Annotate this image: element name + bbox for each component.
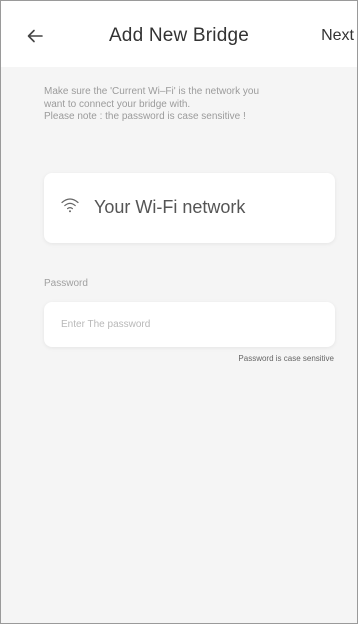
page-title: Add New Bridge bbox=[108, 25, 250, 46]
instructions-text: Make sure the 'Current Wi–Fi' is the net… bbox=[44, 86, 334, 124]
password-hint: Password is case sensitive bbox=[238, 354, 334, 363]
password-label: Password bbox=[44, 278, 88, 289]
password-field-container bbox=[44, 302, 335, 347]
wifi-icon bbox=[61, 198, 79, 213]
wifi-network-label: Your Wi-Fi network bbox=[94, 197, 246, 217]
add-bridge-screen: Add New Bridge Next Make sure the 'Curre… bbox=[0, 0, 358, 624]
password-input[interactable] bbox=[61, 302, 321, 347]
header-bar: Add New Bridge Next bbox=[1, 1, 357, 67]
instructions-line: Make sure the 'Current Wi–Fi' is the net… bbox=[44, 86, 260, 97]
instructions-line: want to connect your bridge with. bbox=[44, 98, 191, 110]
instructions-line: Please note : the password is case sensi… bbox=[44, 111, 246, 122]
next-button[interactable]: Next bbox=[321, 27, 354, 45]
wifi-network-selector[interactable]: Your Wi-Fi network bbox=[44, 173, 335, 243]
